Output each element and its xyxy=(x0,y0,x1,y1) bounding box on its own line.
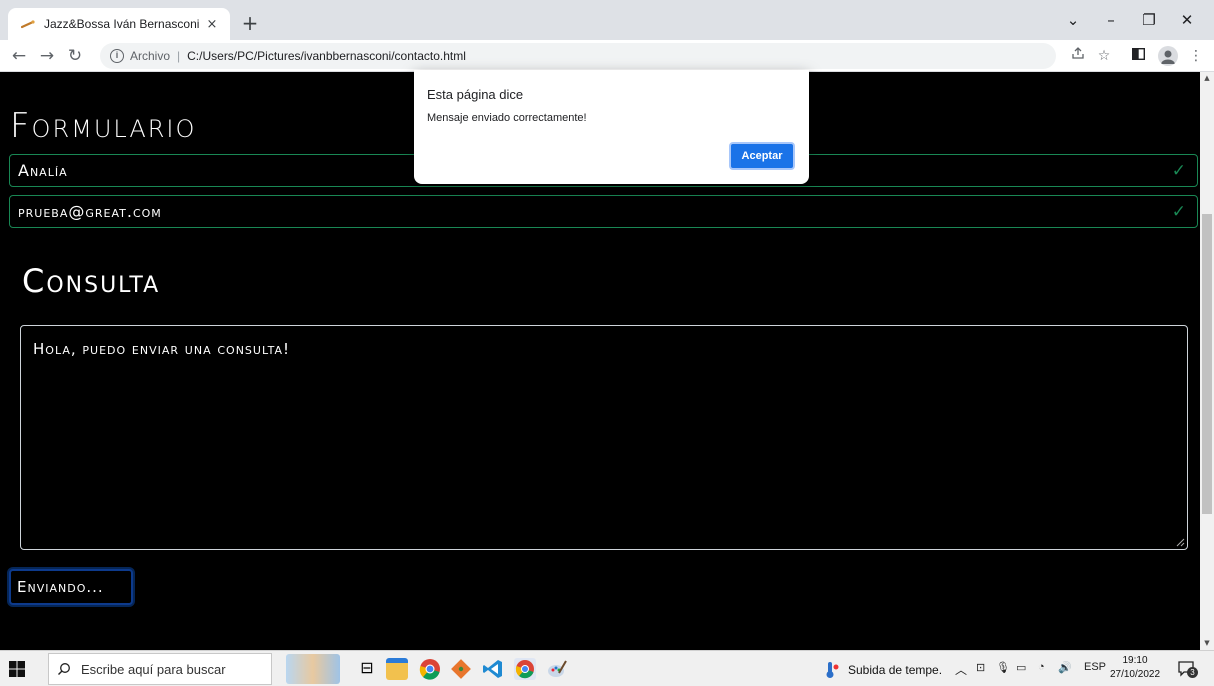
tray-chevron-icon[interactable]: ︿ xyxy=(955,661,967,678)
taskbar-search-box[interactable]: Escribe aquí para buscar xyxy=(48,653,272,685)
taskbar-clock[interactable]: 19:10 27/10/2022 xyxy=(1108,654,1162,682)
browser-tab-strip: Jazz&Bossa Iván Bernasconi × + ⌄ – ❐ ✕ xyxy=(0,0,1214,40)
task-view-icon[interactable]: ⊟ xyxy=(356,658,378,680)
windows-start-icon[interactable] xyxy=(8,660,26,678)
message-textarea[interactable]: Hola, puedo enviar una consulta! xyxy=(20,325,1188,550)
form-heading: Formulario xyxy=(10,106,197,146)
bookmark-star-icon[interactable]: ☆ xyxy=(1094,46,1114,66)
clock-time: 19:10 xyxy=(1122,655,1148,666)
browser-menu-icon[interactable]: ⋮ xyxy=(1186,46,1206,66)
address-bar[interactable]: i Archivo | C:/Users/PC/Pictures/ivanbbe… xyxy=(100,43,1056,69)
forward-arrow-icon[interactable]: → xyxy=(36,45,58,67)
search-icon xyxy=(58,663,70,675)
input-language[interactable]: ESP xyxy=(1084,661,1106,673)
windows-taskbar: Escribe aquí para buscar ⊟ Subida de tem… xyxy=(0,650,1214,686)
weather-widget[interactable]: Subida de tempe. xyxy=(824,661,942,679)
profile-avatar-icon[interactable] xyxy=(1158,46,1178,66)
volume-icon[interactable]: 🔊 xyxy=(1058,661,1072,674)
tab-search-chevron-icon[interactable]: ⌄ xyxy=(1058,8,1088,32)
thermometer-icon xyxy=(826,662,839,678)
alert-dialog: Esta página dice Mensaje enviado correct… xyxy=(414,70,809,184)
email-valid-check-icon: ✓ xyxy=(1171,202,1187,222)
chrome-active-icon[interactable] xyxy=(514,658,536,680)
dialog-title: Esta página dice xyxy=(427,87,524,102)
notification-count: 3 xyxy=(1187,667,1198,678)
search-placeholder: Escribe aquí para buscar xyxy=(81,661,226,677)
scroll-down-arrow-icon[interactable]: ▼ xyxy=(1203,639,1211,647)
reload-icon[interactable]: ↻ xyxy=(64,45,86,67)
wifi-icon[interactable]: ◔ xyxy=(1038,661,1045,673)
dialog-message: Mensaje enviado correctamente! xyxy=(427,112,587,124)
restore-button[interactable]: ❐ xyxy=(1134,8,1164,32)
search-highlight-image[interactable] xyxy=(286,654,340,684)
close-window-button[interactable]: ✕ xyxy=(1172,8,1202,32)
clock-date: 27/10/2022 xyxy=(1109,669,1161,680)
minimize-button[interactable]: – xyxy=(1096,8,1126,32)
message-textarea-value: Hola, puedo enviar una consulta! xyxy=(33,340,290,358)
email-input-value: prueba@great.com xyxy=(18,202,162,221)
file-explorer-icon[interactable] xyxy=(386,658,408,680)
share-icon[interactable] xyxy=(1068,46,1088,66)
side-panel-icon[interactable] xyxy=(1128,46,1148,66)
saxophone-favicon-icon xyxy=(20,16,36,32)
address-separator: | xyxy=(177,49,181,63)
meet-now-icon[interactable]: ⊡ xyxy=(976,661,985,674)
scroll-up-arrow-icon[interactable]: ▲ xyxy=(1203,74,1211,82)
resize-grip-icon[interactable] xyxy=(1175,537,1185,547)
url-text: C:/Users/PC/Pictures/ivanbbernasconi/con… xyxy=(187,49,466,63)
chrome-icon[interactable] xyxy=(419,658,441,680)
name-input-value: Analía xyxy=(18,161,68,180)
notification-center-icon[interactable]: 3 xyxy=(1178,660,1198,678)
browser-toolbar: ← → ↻ i Archivo | C:/Users/PC/Pictures/i… xyxy=(0,40,1214,72)
email-input[interactable]: prueba@great.com ✓ xyxy=(9,195,1198,228)
page-scrollbar[interactable]: ▲ ▼ xyxy=(1200,72,1214,650)
battery-icon[interactable]: ▭ xyxy=(1016,661,1026,674)
scheme-label: Archivo xyxy=(130,49,171,63)
back-arrow-icon[interactable]: ← xyxy=(8,45,30,67)
paint-icon[interactable] xyxy=(546,658,568,680)
name-valid-check-icon: ✓ xyxy=(1171,161,1187,181)
info-icon[interactable]: i xyxy=(110,49,124,63)
tab-title: Jazz&Bossa Iván Bernasconi xyxy=(44,17,200,31)
git-icon[interactable] xyxy=(450,658,472,680)
tab-close-icon[interactable]: × xyxy=(204,17,220,32)
scroll-thumb[interactable] xyxy=(1202,214,1212,514)
microphone-icon[interactable]: 🎙 xyxy=(996,661,1010,674)
query-heading: Consulta xyxy=(22,262,161,300)
new-tab-button[interactable]: + xyxy=(236,10,264,38)
send-button[interactable]: Enviando... xyxy=(9,569,133,605)
browser-tab-active[interactable]: Jazz&Bossa Iván Bernasconi × xyxy=(8,8,230,40)
vscode-icon[interactable] xyxy=(482,658,504,680)
weather-text: Subida de tempe. xyxy=(848,663,943,677)
accept-button[interactable]: Aceptar xyxy=(729,142,795,170)
